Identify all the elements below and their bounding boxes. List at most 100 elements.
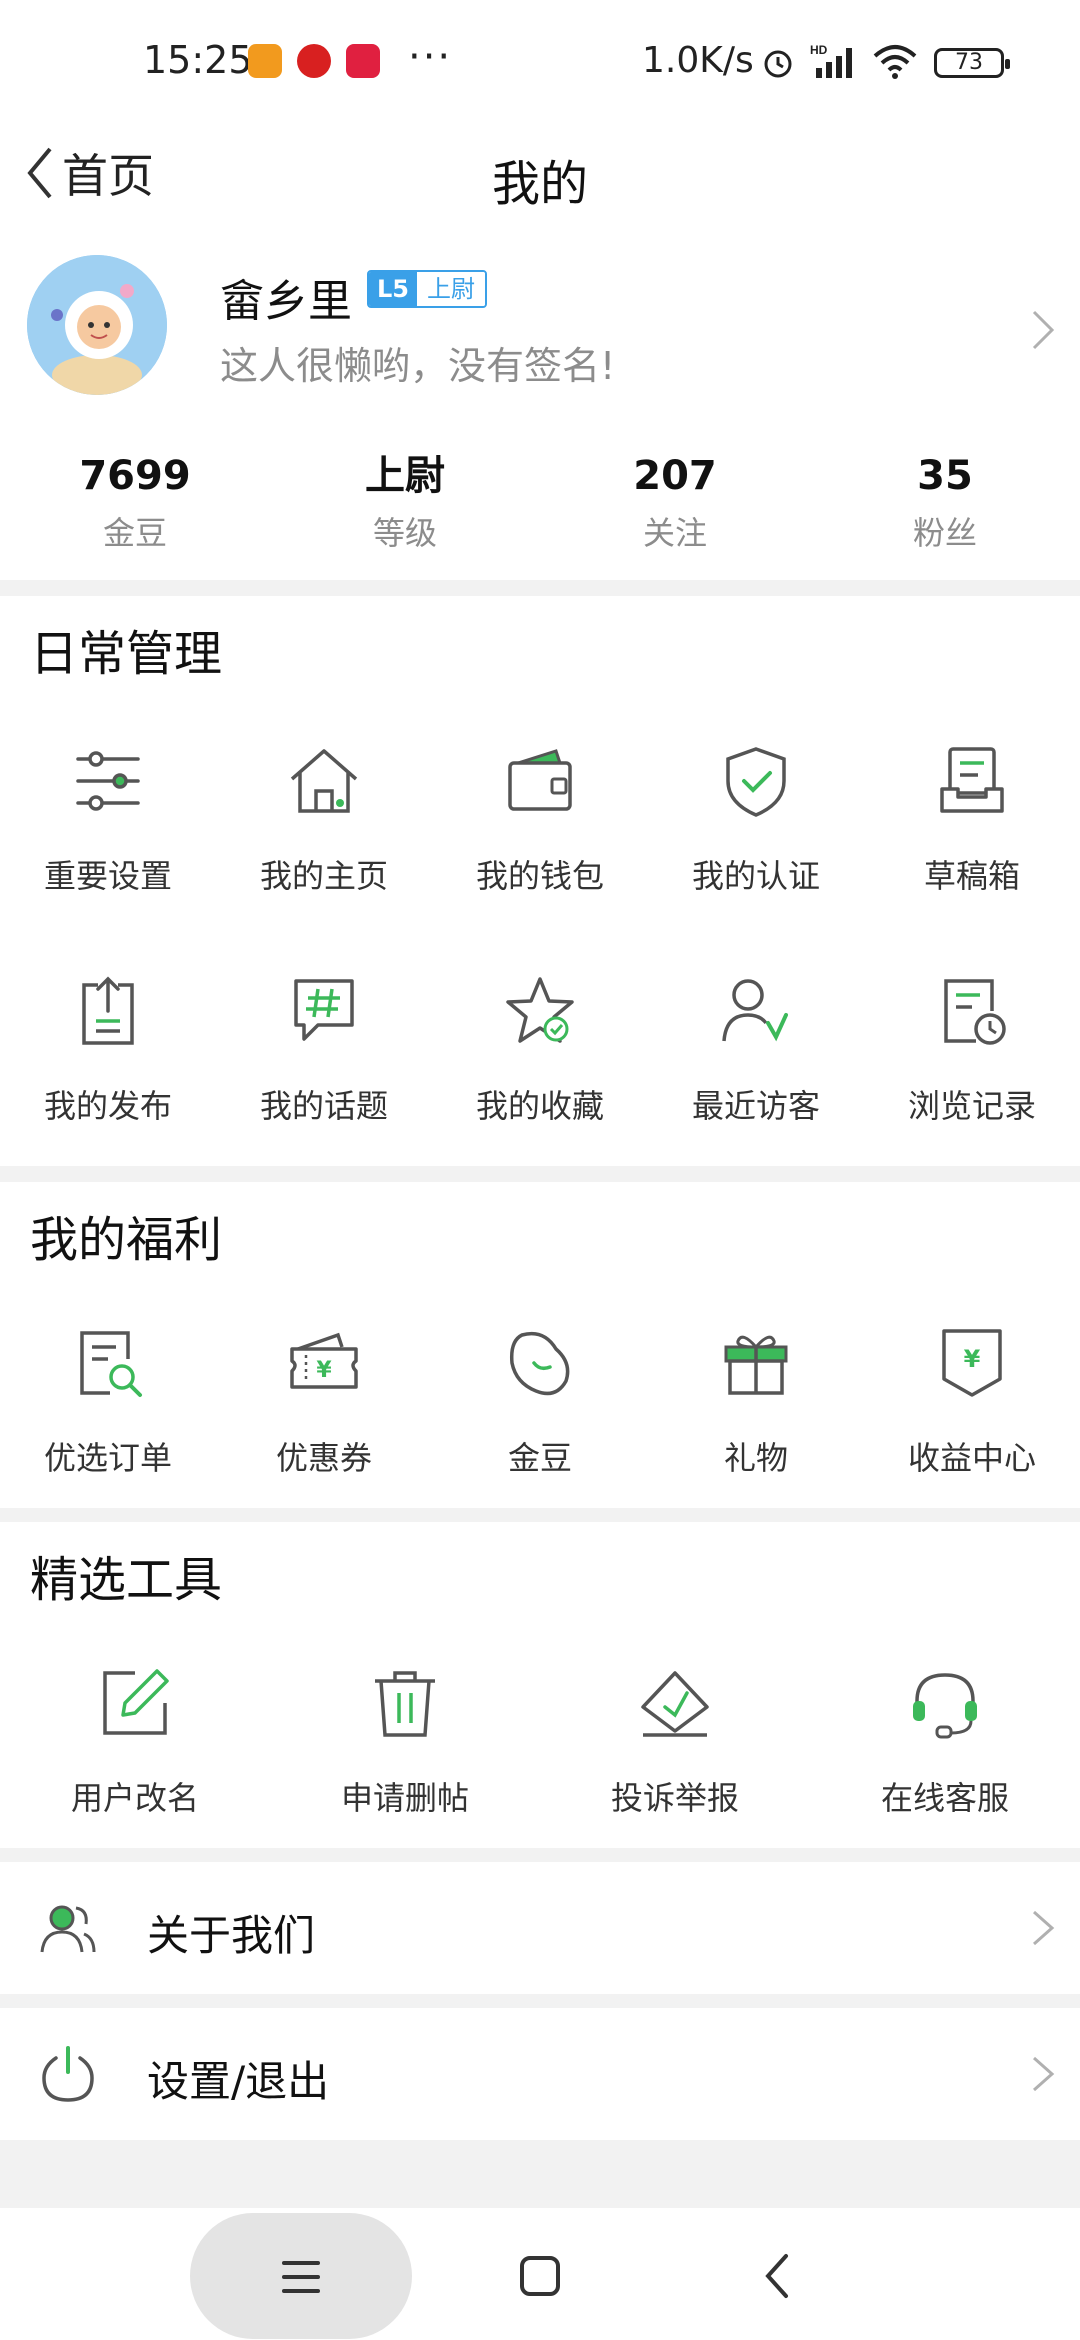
history-icon [944, 979, 1006, 1045]
grid-item-label: 我的主页 [259, 857, 388, 895]
stat-value: 35 [917, 453, 973, 499]
menu-icon [282, 2261, 320, 2293]
stat-label: 等级 [372, 514, 437, 552]
page-title: 我的 [491, 156, 588, 212]
stat-label: 粉丝 [912, 514, 977, 552]
grid-item-label: 收益中心 [907, 1439, 1036, 1477]
grid-item-label: 礼物 [723, 1439, 788, 1477]
svg-text:¥: ¥ [964, 1345, 981, 1373]
edit-icon [103, 1669, 169, 1735]
chevron-right-icon [1032, 310, 1055, 350]
sliders-icon [76, 751, 140, 811]
battery-indicator: 73 [934, 48, 1010, 78]
stat-gold-beans[interactable]: 7699 金豆 [0, 450, 270, 554]
grid-item-online-service[interactable]: 在线客服 [810, 1618, 1080, 1848]
settings-logout-row[interactable]: 设置/退出 [0, 2008, 1080, 2140]
signal-icon: HD [810, 43, 852, 78]
app-notification-icon [297, 44, 331, 78]
grid-item-label: 我的钱包 [475, 857, 604, 895]
order-search-icon [80, 1331, 142, 1397]
stat-value: 207 [633, 453, 717, 499]
grid-item-label: 用户改名 [70, 1779, 199, 1817]
level-badge: L5 上尉 [367, 270, 487, 308]
taobao-notification-icon [346, 44, 380, 78]
grid-item-my-homepage[interactable]: 我的主页 [216, 696, 432, 926]
my-welfare-section: 我的福利 优选订单 ¥ 优惠券 金豆 礼物 ¥ 收益中心 [0, 1182, 1080, 1508]
recent-apps-button[interactable] [190, 2213, 412, 2339]
more-notifications-icon: ··· [408, 34, 453, 80]
chevron-right-icon [1033, 1910, 1055, 1946]
username: 畲乡里 [220, 276, 352, 327]
svg-text:HD: HD [810, 43, 828, 57]
income-icon: ¥ [942, 1329, 1002, 1397]
grid-item-label: 我的发布 [43, 1087, 172, 1125]
grid-item-label: 优选订单 [43, 1439, 172, 1477]
selected-tools-section: 精选工具 用户改名 申请删帖 投诉举报 在线客服 [0, 1522, 1080, 1848]
app-notification-icon [248, 44, 282, 78]
wifi-icon [873, 45, 917, 79]
grid-item-important-settings[interactable]: 重要设置 [0, 696, 216, 926]
about-us-row[interactable]: 关于我们 [0, 1862, 1080, 1994]
svg-text:¥: ¥ [316, 1358, 332, 1383]
stat-value: 上尉 [365, 453, 445, 499]
power-icon [42, 2046, 94, 2102]
tools-grid: 用户改名 申请删帖 投诉举报 在线客服 [0, 1618, 1080, 1848]
grid-item-gifts[interactable]: 礼物 [648, 1278, 864, 1508]
grid-item-browse-history[interactable]: 浏览记录 [864, 926, 1080, 1156]
status-time: 15:25 [143, 38, 253, 82]
coupon-icon: ¥ [290, 1332, 358, 1389]
top-nav-bar: 首页 我的 [0, 120, 1080, 230]
level-name: 上尉 [417, 272, 485, 306]
home-button[interactable] [512, 2248, 568, 2304]
astronaut-avatar-image [27, 255, 167, 395]
visitor-icon [722, 979, 788, 1042]
grid-item-recent-visitors[interactable]: 最近访客 [648, 926, 864, 1156]
grid-item-my-favorites[interactable]: 我的收藏 [432, 926, 648, 1156]
stat-level[interactable]: 上尉 等级 [270, 450, 540, 554]
wallet-icon [508, 749, 572, 811]
grid-item-my-posts[interactable]: 我的发布 [0, 926, 216, 1156]
my-page: 15:25 ··· 1.0K/s HD 73 首页 我的 畲乡里 L5 上尉 这… [0, 0, 1080, 2340]
grid-item-label: 重要设置 [43, 857, 172, 895]
users-icon [40, 1905, 96, 1953]
grid-item-my-wallet[interactable]: 我的钱包 [432, 696, 648, 926]
grid-item-label: 我的认证 [691, 857, 820, 895]
stat-label: 关注 [642, 514, 707, 552]
grid-item-label: 我的话题 [259, 1087, 388, 1125]
grid-item-label: 申请删帖 [340, 1779, 469, 1817]
grid-item-my-topics[interactable]: 我的话题 [216, 926, 432, 1156]
row-label: 关于我们 [147, 1911, 316, 1960]
grid-item-drafts[interactable]: 草稿箱 [864, 696, 1080, 926]
draft-box-icon [940, 747, 1004, 813]
stats-bar: 7699 金豆 上尉 等级 207 关注 35 粉丝 [0, 450, 1080, 554]
grid-item-preferred-orders[interactable]: 优选订单 [0, 1278, 216, 1508]
grid-item-report[interactable]: 投诉举报 [540, 1618, 810, 1848]
grid-item-rename-user[interactable]: 用户改名 [0, 1618, 270, 1848]
bean-icon [509, 1331, 570, 1396]
grid-item-coupons[interactable]: ¥ 优惠券 [216, 1278, 432, 1508]
grid-item-label: 最近访客 [691, 1087, 820, 1125]
grid-item-income-center[interactable]: ¥ 收益中心 [864, 1278, 1080, 1508]
stat-fans[interactable]: 35 粉丝 [810, 450, 1080, 554]
back-nav-button[interactable] [750, 2248, 806, 2304]
report-icon [641, 1671, 709, 1737]
level-code: L5 [369, 272, 417, 306]
daily-management-section: 日常管理 重要设置 我的主页 我的钱包 我的认证 草稿箱 我的发布 我的话题 我… [0, 596, 1080, 1166]
gift-icon [724, 1335, 788, 1395]
chevron-right-icon [1033, 2056, 1055, 2092]
grid-item-gold-beans[interactable]: 金豆 [432, 1278, 648, 1508]
section-title: 我的福利 [30, 1212, 223, 1268]
stat-following[interactable]: 207 关注 [540, 450, 810, 554]
upload-icon [82, 976, 134, 1045]
star-icon [506, 977, 574, 1043]
avatar[interactable] [27, 255, 167, 395]
grid-item-label: 在线客服 [880, 1779, 1009, 1817]
alarm-icon [764, 50, 792, 78]
network-speed: 1.0K/s [642, 40, 754, 81]
shield-check-icon [726, 747, 786, 817]
grid-item-my-certification[interactable]: 我的认证 [648, 696, 864, 926]
trash-icon [375, 1671, 435, 1737]
profile-card[interactable]: 畲乡里 L5 上尉 这人很懒哟，没有签名! 7699 金豆 上尉 等级 207 … [0, 230, 1080, 580]
grid-item-label: 浏览记录 [907, 1087, 1036, 1125]
grid-item-request-delete-post[interactable]: 申请删帖 [270, 1618, 540, 1848]
